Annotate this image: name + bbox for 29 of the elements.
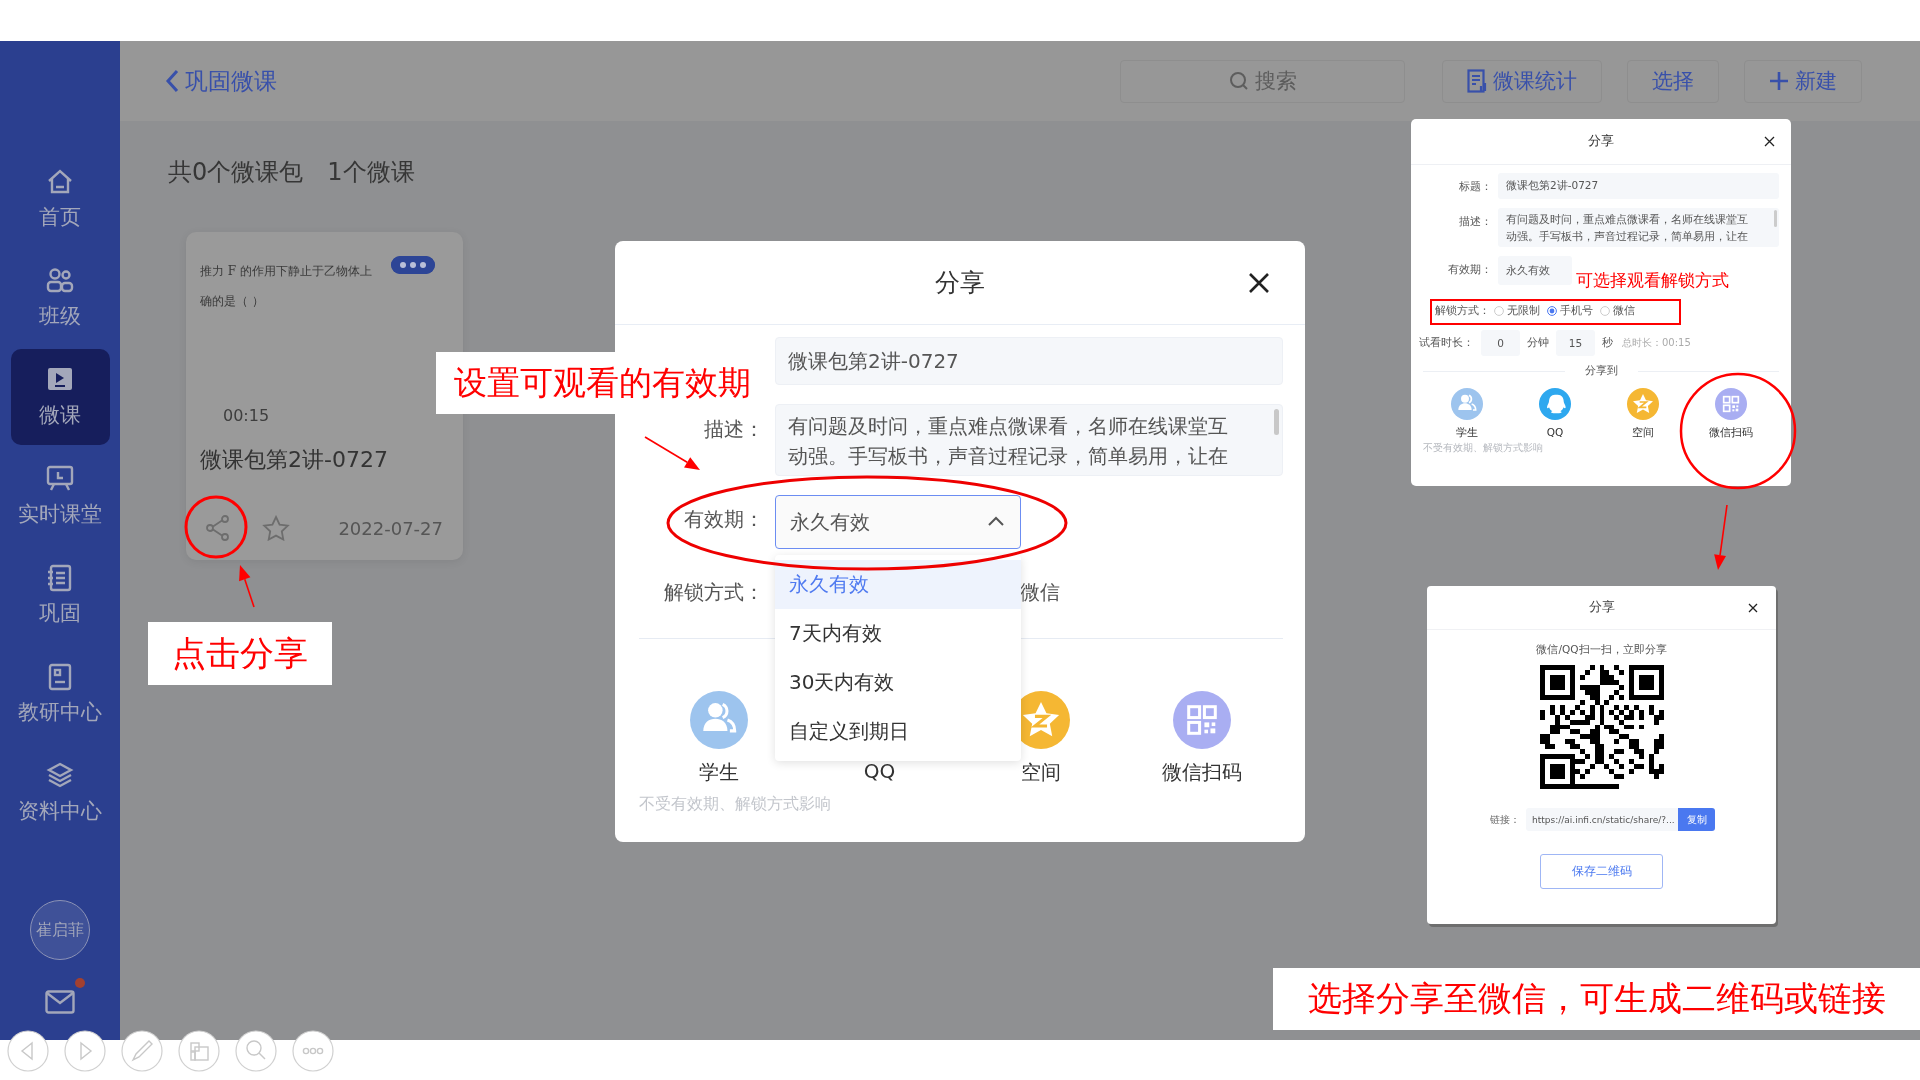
dialog-title: 分享	[1588, 133, 1614, 150]
field-label: 链接：	[1490, 812, 1520, 827]
callout: 点击分享	[148, 622, 332, 685]
preview-text: 推力 F 的作用下静止于乙物体上	[200, 263, 372, 280]
duration-text: 00:15	[223, 406, 271, 425]
course-title: 微课包第2讲-0727	[200, 446, 389, 474]
dialog-title: 分享	[935, 267, 985, 299]
hint-text: 不受有效期、解锁方式影响	[1423, 441, 1544, 455]
field-label: 试看时长：	[1419, 336, 1474, 350]
section-title: 分享到	[1584, 364, 1618, 378]
hint-text: 微信/QQ扫一扫，立即分享	[1535, 643, 1668, 657]
field-label: 描述：	[1458, 214, 1492, 229]
field-label: 标题：	[1458, 179, 1492, 194]
summary-text: 共0个微课包	[168, 157, 304, 188]
annotation-text: 可选择观看解锁方式	[1576, 270, 1729, 292]
date-text: 2022-07-27	[338, 517, 444, 539]
callout: 选择分享至微信，可生成二维码或链接	[1273, 968, 1920, 1030]
summary-text: 1个微课	[327, 157, 415, 188]
hint-text: 不受有效期、解锁方式影响	[639, 794, 832, 815]
field-label: 有效期：	[683, 506, 764, 533]
field-label: 解锁方式：	[663, 579, 764, 606]
unit-text: 分钟	[1527, 336, 1549, 350]
unit-text: 秒	[1602, 336, 1613, 350]
field-label: 描述：	[704, 416, 764, 442]
field-label: 解锁方式：	[1435, 304, 1490, 318]
preview-text: 确的是（ ）	[200, 293, 264, 310]
dialog-title: 分享	[1588, 599, 1615, 616]
field-label: 有效期：	[1447, 262, 1492, 277]
total-duration: 总时长：00:15	[1622, 336, 1691, 350]
